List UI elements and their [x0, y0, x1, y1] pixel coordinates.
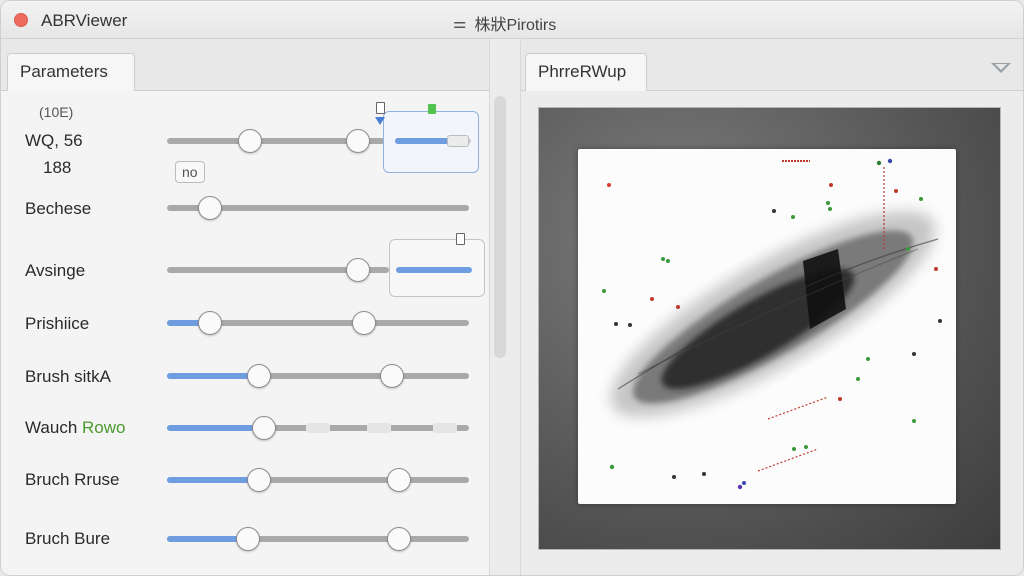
top-small-value: (10E)	[39, 104, 74, 120]
right-tab-bar: PhrreRWup	[521, 39, 1023, 91]
popup2-handle-icon[interactable]	[456, 233, 465, 245]
wq-label: WQ, 56	[25, 131, 83, 150]
brush-preview-canvas[interactable]	[578, 149, 956, 504]
bruch-bure-slider-knob-high[interactable]	[387, 527, 411, 551]
param-label-prishiice: Prishiice	[25, 314, 90, 333]
wauch-text: Wauch	[25, 418, 83, 437]
window-title: ⚌ 株狀Pirotirs	[453, 11, 556, 35]
rowo-text: Rowo	[82, 418, 126, 437]
wauch-tick-mark	[367, 423, 391, 433]
chevron-down-icon[interactable]	[991, 63, 1011, 73]
bruch-bure-slider-knob-low[interactable]	[236, 527, 260, 551]
popup2-fill	[396, 267, 472, 273]
param-label-wauch-rowo: Wauch Rowo	[25, 418, 125, 438]
wauch-slider-knob[interactable]	[252, 416, 276, 440]
popup1-fill	[395, 138, 449, 144]
parameters-scrollbar[interactable]	[494, 96, 506, 358]
brush-stroke-preview	[602, 158, 942, 490]
tab-parameters[interactable]: Parameters	[7, 53, 135, 91]
param-label-avsinge: Avsinge	[25, 261, 86, 280]
popup-handle-icon[interactable]	[376, 102, 385, 114]
wauch-tick-mark	[306, 423, 330, 433]
wq-slider-knob-low[interactable]	[238, 129, 262, 153]
title-bar: ABRViewer ⚌ 株狀Pirotirs	[1, 1, 1023, 39]
prishiice-slider-knob-high[interactable]	[352, 311, 376, 335]
app-title: ABRViewer	[41, 11, 128, 30]
wq-slider-knob-high[interactable]	[346, 129, 370, 153]
wauch-tick-mark	[433, 423, 457, 433]
top-small-text: 10E	[43, 104, 69, 120]
bruch-rruse-slider-knob-high[interactable]	[387, 468, 411, 492]
close-window-button[interactable]	[14, 13, 28, 27]
param-label-brush-sitka: Brush sitkA	[25, 367, 111, 386]
bechese-slider-knob[interactable]	[198, 196, 222, 220]
app-window: ABRViewer ⚌ 株狀Pirotirs Parameters (10E) …	[0, 0, 1024, 576]
bruch-rruse-slider-knob-low[interactable]	[247, 468, 271, 492]
left-tab-bar: Parameters	[1, 39, 491, 91]
bruch-bure-slider-fill	[167, 536, 247, 542]
wauch-slider-fill	[167, 425, 263, 431]
sliders-icon: ⚌	[453, 15, 467, 32]
small-value-box[interactable]: no	[175, 161, 205, 183]
param-label-bruch-bure: Bruch Bure	[25, 529, 111, 548]
bruch-rruse-slider-fill	[167, 477, 259, 483]
brush-sitka-slider-fill	[167, 373, 259, 379]
brush-sitka-slider-knob-high[interactable]	[380, 364, 404, 388]
prishiice-slider-knob-low[interactable]	[198, 311, 222, 335]
popup1-knob[interactable]	[447, 135, 469, 147]
window-title-text: 株狀Pirotirs	[474, 17, 557, 34]
brush-sitka-slider-knob-low[interactable]	[247, 364, 271, 388]
green-marker-icon[interactable]	[428, 104, 436, 114]
popup-pointer-icon	[375, 117, 385, 125]
tab-preview[interactable]: PhrreRWup	[525, 53, 647, 91]
wq-value: 188	[43, 158, 72, 177]
param-label-bruch-rruse: Bruch Rruse	[25, 470, 120, 489]
avsinge-slider-knob[interactable]	[346, 258, 370, 282]
param-label-bechese: Bechese	[25, 199, 92, 218]
